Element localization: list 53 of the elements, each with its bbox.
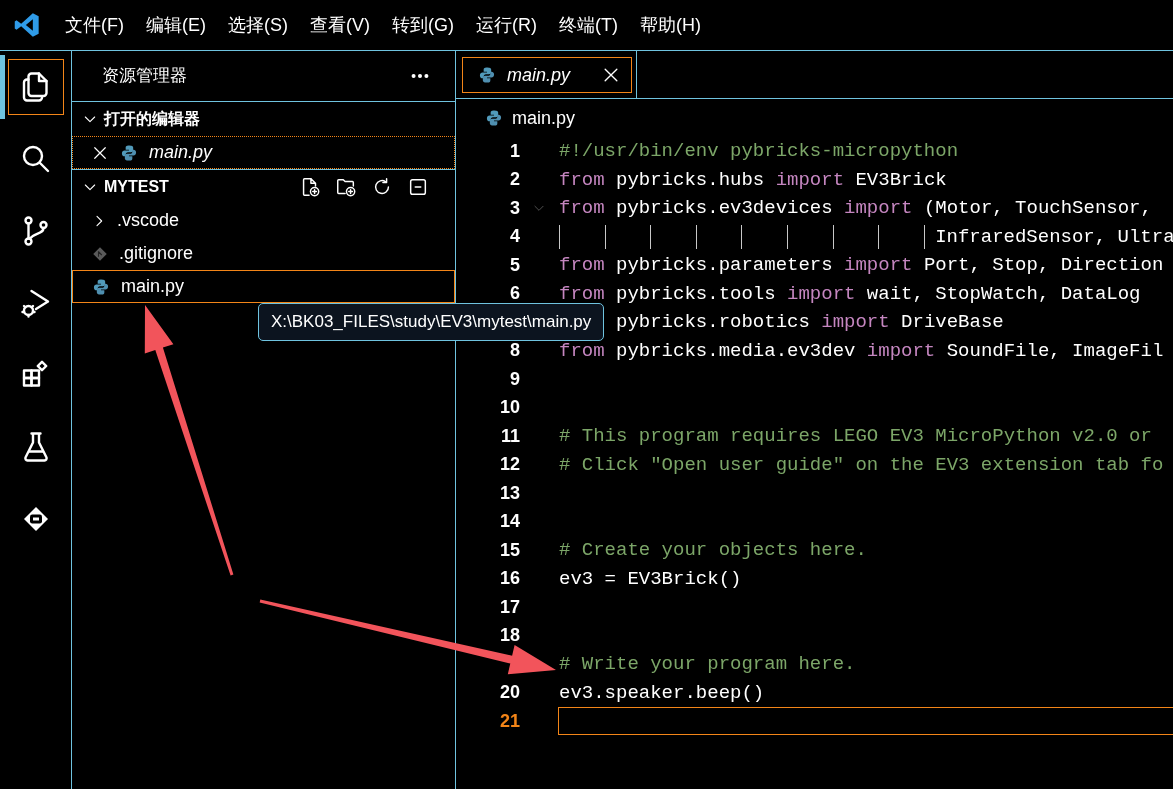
line-number: 21 — [498, 709, 520, 733]
file-tree-item[interactable]: .gitignore — [72, 237, 455, 270]
tooltip: X:\BK03_FILES\study\EV3\mytest\main.py — [258, 303, 605, 341]
section-header[interactable]: MYTEST — [104, 175, 169, 199]
line-number: 12 — [498, 453, 520, 477]
menu-item[interactable]: 运行(R) — [475, 11, 538, 39]
python-icon — [484, 108, 504, 128]
line-number: 1 — [509, 139, 520, 163]
code-line: ev3 = EV3Brick() — [558, 566, 743, 592]
menu-item[interactable]: 查看(V) — [309, 11, 371, 39]
file-tree-item[interactable]: main.py — [72, 270, 455, 303]
line-number: 16 — [498, 567, 520, 591]
code-line: # Create your objects here. — [558, 538, 868, 564]
code-line: from pybricks.ev3devices import (Motor, TouchSensor, — [558, 196, 1153, 222]
line-number: 13 — [498, 481, 520, 505]
line-number: 6 — [509, 282, 520, 306]
line-number: 5 — [509, 253, 520, 277]
line-number: 10 — [498, 396, 520, 420]
code-line: # This program requires LEGO EV3 MicroPython v2.0 or — [558, 424, 1153, 450]
editor-tab[interactable]: main.py — [462, 57, 632, 93]
code-line: #!/usr/bin/env pybricks-micropython — [558, 139, 960, 165]
files-button[interactable] — [7, 59, 64, 115]
code-line: # Click "Open user guide" on the EV3 extension tab fo — [558, 452, 1165, 478]
code-line: # Write your program here. — [558, 652, 857, 678]
menu-item[interactable]: 选择(S) — [227, 11, 289, 39]
line-number: 4 — [509, 225, 520, 249]
line-number: 17 — [498, 595, 520, 619]
section-header[interactable]: 打开的编辑器 — [104, 107, 200, 131]
menu-item[interactable]: 帮助(H) — [638, 11, 702, 39]
new-folder-icon[interactable] — [335, 176, 357, 198]
line-number: 18 — [498, 624, 520, 648]
line-number: 14 — [498, 510, 520, 534]
line-number: 9 — [509, 367, 520, 391]
line-number: 11 — [499, 424, 520, 448]
line-number: 2 — [509, 168, 520, 192]
menu-item[interactable]: 编辑(E) — [145, 11, 207, 39]
logo-icon — [13, 11, 41, 39]
file-tree-item[interactable]: .vscode — [72, 204, 455, 237]
menu-item[interactable]: 文件(F) — [64, 11, 125, 39]
code-line: ev3.speaker.beep() — [558, 680, 766, 706]
menu-item[interactable]: 终端(T) — [558, 11, 619, 39]
line-number: 3 — [509, 196, 520, 220]
line-number: 8 — [509, 339, 520, 363]
menu-item[interactable]: 转到(G) — [391, 11, 455, 39]
sidebar-title: 资源管理器 — [102, 65, 187, 88]
code-line: from pybricks.parameters import Port, Stop, Direction — [558, 253, 1165, 279]
breadcrumb-item[interactable]: main.py — [512, 104, 576, 132]
line-number: 20 — [498, 681, 520, 705]
line-number: 15 — [498, 538, 520, 562]
code-line: from pybricks.media.ev3dev import SoundFile, ImageFil — [558, 338, 1165, 364]
code-line: from pybricks.hubs import EV3Brick — [558, 167, 948, 193]
collapse-icon[interactable] — [407, 176, 429, 198]
python-icon — [477, 65, 497, 85]
